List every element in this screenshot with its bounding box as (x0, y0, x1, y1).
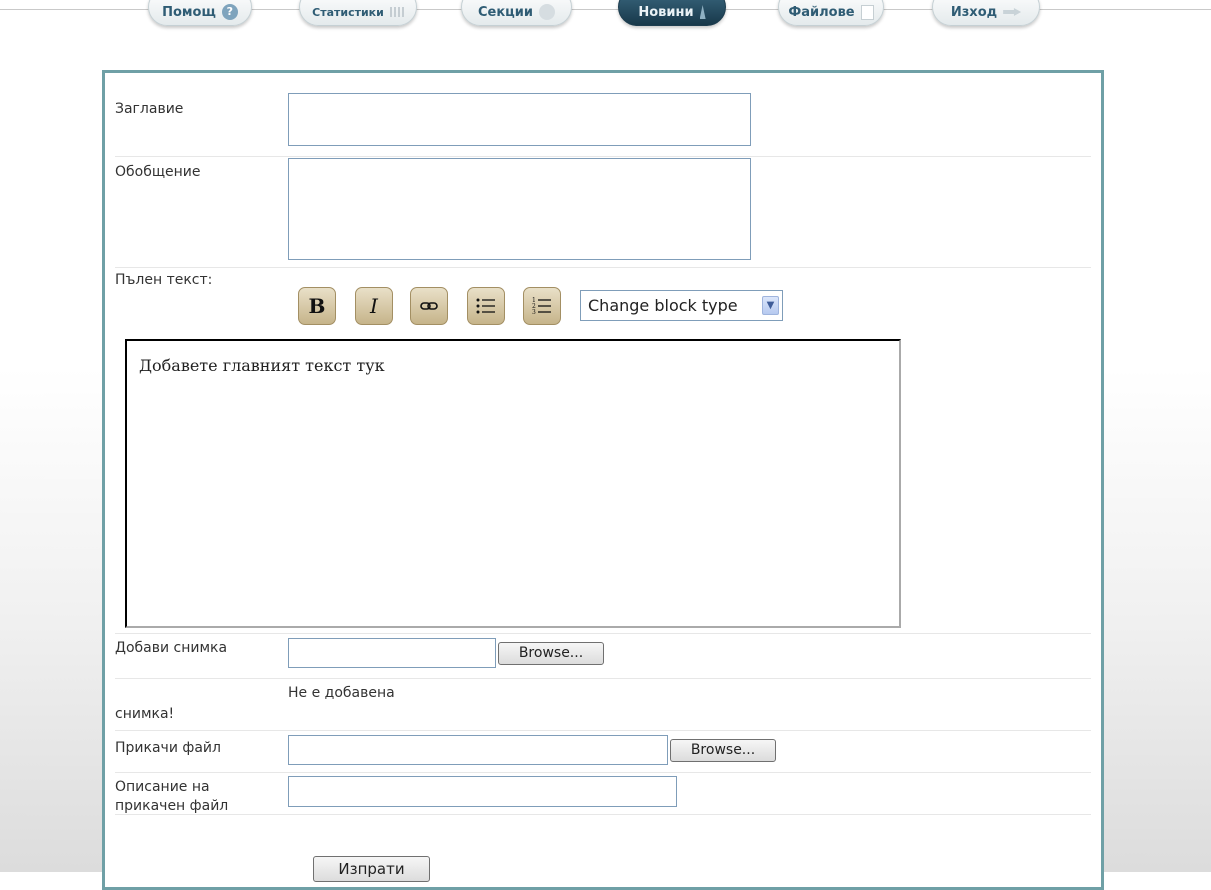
tab-news[interactable]: Новини (618, 0, 726, 26)
image-file-input[interactable] (288, 638, 496, 668)
svg-text:3: 3 (532, 309, 536, 316)
numbered-list-icon: 1 2 3 (532, 297, 551, 316)
editor-placeholder-text: Добавете главният текст тук (139, 356, 385, 375)
attach-desc-label-2: прикачен файл (115, 798, 229, 814)
tab-exit-label: Изход (950, 4, 998, 20)
image-browse-button[interactable]: Browse... (498, 642, 604, 665)
exit-icon (1003, 8, 1022, 16)
bold-button[interactable]: B (298, 287, 336, 325)
tab-files[interactable]: Файлове (778, 0, 884, 26)
bold-button-label: B (308, 294, 326, 318)
attach-browse-button[interactable]: Browse... (670, 739, 776, 762)
files-icon (860, 4, 874, 20)
tab-statistics[interactable]: Статистики (299, 0, 417, 26)
no-image-text-2: снимка! (115, 706, 175, 722)
fulltext-editor[interactable]: Добавете главният текст тук (125, 339, 901, 628)
italic-button[interactable]: I (355, 287, 393, 325)
sections-icon (539, 4, 556, 20)
tab-sections[interactable]: Секции (461, 0, 572, 26)
help-icon: ? (221, 4, 238, 20)
italic-button-label: I (370, 294, 378, 318)
bullet-list-icon (476, 298, 495, 314)
block-type-value: Change block type (588, 296, 738, 315)
block-type-select[interactable]: Change block type ▼ (580, 290, 783, 321)
attach-description-input[interactable] (288, 776, 677, 807)
tab-sections-label: Секции (477, 4, 534, 20)
fulltext-label: Пълен текст: (115, 272, 213, 288)
link-button[interactable] (410, 287, 448, 325)
no-image-row (115, 730, 1091, 731)
news-form-panel: Заглавие Обобщение Пълен текст: B I 1 2 … (102, 70, 1104, 890)
image-row (115, 678, 1091, 679)
title-label: Заглавие (115, 101, 184, 117)
chevron-down-icon[interactable]: ▼ (762, 296, 779, 315)
tab-help[interactable]: Помощ ? (148, 0, 252, 26)
summary-textarea[interactable] (288, 158, 751, 260)
link-icon (420, 302, 438, 310)
attach-file-input[interactable] (288, 735, 668, 765)
tab-files-label: Файлове (788, 4, 855, 20)
bullet-list-button[interactable] (467, 287, 505, 325)
no-image-text-1: Не е добавена (288, 685, 395, 701)
tab-news-label: Новини (638, 4, 694, 20)
numbered-list-button[interactable]: 1 2 3 (523, 287, 561, 325)
summary-label: Обобщение (115, 164, 201, 180)
submit-button[interactable]: Изпрати (313, 856, 430, 882)
attach-desc-row (115, 814, 1091, 815)
tab-exit[interactable]: Изход (932, 0, 1040, 26)
attach-row (115, 772, 1091, 773)
tab-statistics-label: Статистики (312, 5, 384, 19)
stats-icon (389, 7, 404, 17)
attach-desc-label-1: Описание на (115, 779, 210, 795)
image-label: Добави снимка (115, 640, 228, 656)
attach-label: Прикачи файл (115, 740, 221, 756)
news-icon (699, 5, 706, 19)
tab-help-label: Помощ (162, 4, 216, 20)
editor-row-bottom (115, 633, 1091, 634)
title-input[interactable] (288, 93, 751, 146)
